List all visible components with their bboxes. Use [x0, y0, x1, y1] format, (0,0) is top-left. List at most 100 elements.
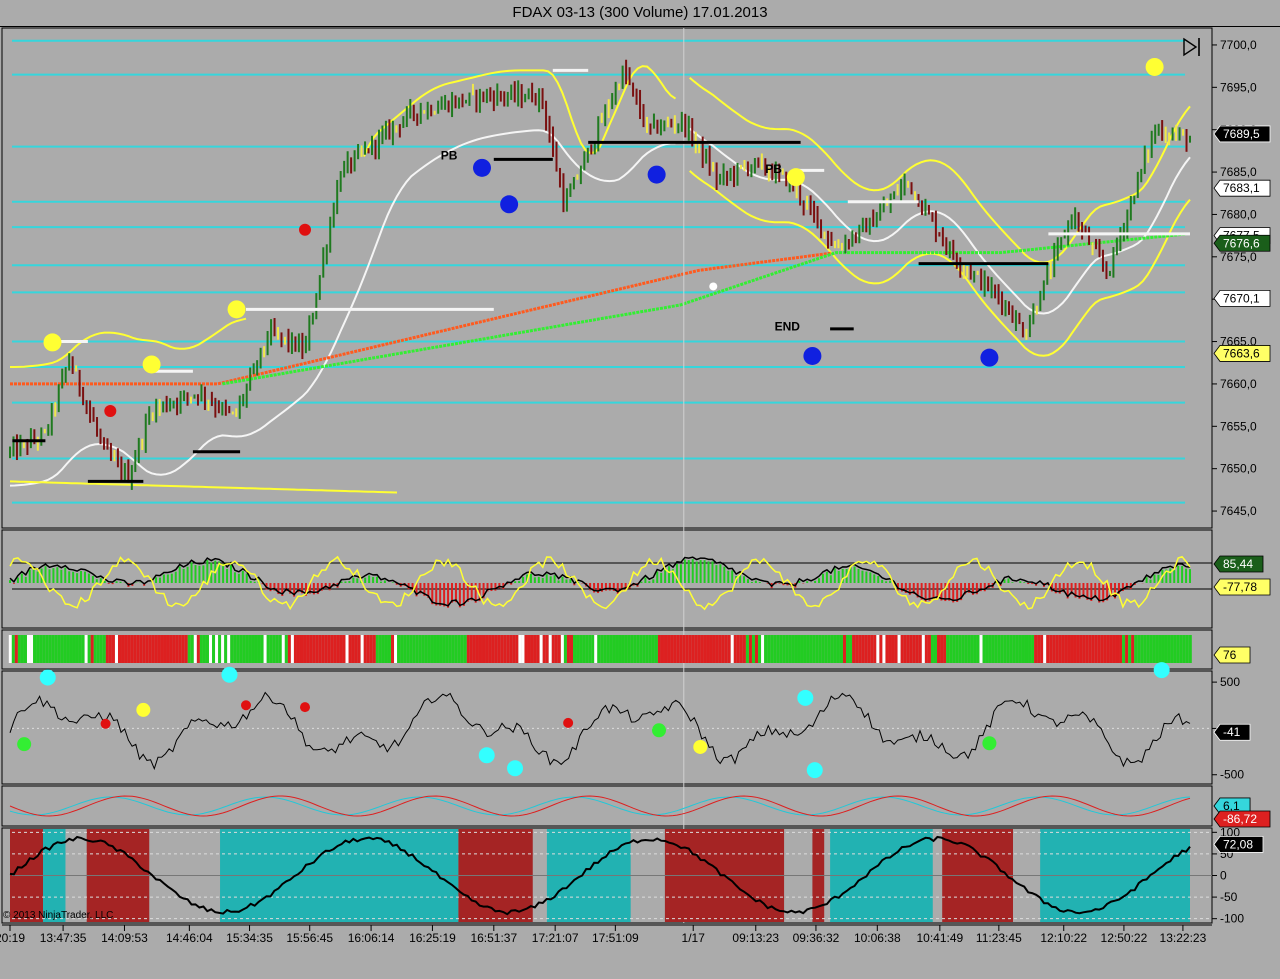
price-tick-label: 7695,0 [1220, 80, 1257, 94]
regime-badge: 72,08 [1223, 837, 1253, 851]
strip-cell [433, 635, 437, 663]
strip-cell [421, 635, 425, 663]
strip-cell [557, 635, 561, 663]
strip-cell [733, 635, 737, 663]
strip-cell [48, 635, 52, 663]
strip-cell [1176, 635, 1180, 663]
strip-cell [193, 635, 197, 663]
strip-cell [949, 635, 953, 663]
strip-cell [1085, 635, 1089, 663]
strip-cell [903, 635, 907, 663]
strip-cell [306, 635, 310, 663]
strip-cell [251, 635, 255, 663]
strip-cell [876, 635, 880, 663]
strip-cell [912, 635, 916, 663]
strip-cell [682, 635, 686, 663]
strip-cell [730, 635, 734, 663]
strip-cell [1034, 635, 1038, 663]
strip-cell [412, 635, 416, 663]
time-label: 09:36:32 [793, 931, 840, 945]
strip-cell [230, 635, 234, 663]
strip-cell [1076, 635, 1080, 663]
strip-cell [985, 635, 989, 663]
strip-cell [982, 635, 986, 663]
strip-cell [712, 635, 716, 663]
strip-cell [1082, 635, 1086, 663]
strip-cell [1028, 635, 1032, 663]
price-badge: 7676,6 [1223, 236, 1260, 250]
strip-cell [973, 635, 977, 663]
strip-cell [287, 635, 291, 663]
strip-cell [867, 635, 871, 663]
strip-cell [727, 635, 731, 663]
strip-cell [69, 635, 73, 663]
strip-cell [594, 635, 598, 663]
strip-cell [852, 635, 856, 663]
strip-cell [133, 635, 137, 663]
strip-cell [597, 635, 601, 663]
price-tick-label: 7655,0 [1220, 419, 1257, 433]
strip-cell [1070, 635, 1074, 663]
strip-cell [621, 635, 625, 663]
strip-cell [466, 635, 470, 663]
time-axis: 20:19 13:47:35 14:09:53 14:46:04 15:34:35 15:… [0, 924, 1212, 945]
ma-yellow-lower-1 [9, 480, 398, 494]
strip-cell [603, 635, 607, 663]
strip-cell [533, 635, 537, 663]
signal-dot-red [104, 405, 117, 418]
strip-cell [190, 635, 194, 663]
strip-cell [1188, 635, 1192, 663]
strip-cell [51, 635, 55, 663]
time-label: 09:13:23 [732, 931, 779, 945]
strip-cell [439, 635, 443, 663]
strip-cell [1055, 635, 1059, 663]
strip-cell [451, 635, 455, 663]
strip-cell [139, 635, 143, 663]
strip-cell [651, 635, 655, 663]
strip-cell [1131, 635, 1135, 663]
strip-cell [770, 635, 774, 663]
strip-cell [940, 635, 944, 663]
chart-canvas[interactable]: 7700,07695,07690,07685,07680,07675,07670… [0, 26, 1280, 979]
strip-cell [1064, 635, 1068, 663]
strip-cell [242, 635, 246, 663]
strip-cell [636, 635, 640, 663]
strip-cell [318, 635, 322, 663]
signal-dot-red [299, 223, 311, 236]
strip-cell [478, 635, 482, 663]
strip-cell [870, 635, 874, 663]
price-tick-label: 7660,0 [1220, 377, 1257, 391]
strip-cell [160, 635, 164, 663]
strip-cell [205, 635, 209, 663]
strip-cell [397, 635, 401, 663]
strip-cell [290, 635, 294, 663]
strip-cell [454, 635, 458, 663]
strip-cell [333, 635, 337, 663]
price-badge: 7689,5 [1223, 127, 1260, 141]
strip-cell [563, 635, 567, 663]
annotation-label: END [775, 320, 801, 334]
time-label: 15:56:45 [286, 931, 333, 945]
strip-cell [812, 635, 816, 663]
strip-cell [915, 635, 919, 663]
play-to-end-icon[interactable] [1183, 37, 1200, 57]
cci-dot-red [100, 718, 111, 729]
strip-cell [36, 635, 40, 663]
strip-cell [494, 635, 498, 663]
price-tick-label: 7685,0 [1220, 165, 1257, 179]
strip-cell [952, 635, 956, 663]
time-label: 10:41:49 [916, 931, 963, 945]
strip-cell [257, 635, 261, 663]
strip-cell [39, 635, 43, 663]
strip-cell [409, 635, 413, 663]
strip-cell [142, 635, 146, 663]
strip-cell [791, 635, 795, 663]
strip-cell [1164, 635, 1168, 663]
strip-cell [275, 635, 279, 663]
copyright-text: © 2013 NinjaTrader, LLC [3, 910, 114, 921]
strip-cell [1091, 635, 1095, 663]
strip-cell [591, 635, 595, 663]
strip-cell [366, 635, 370, 663]
cci-tick-label: -500 [1220, 768, 1244, 782]
panel-frame-price [1, 27, 1213, 529]
